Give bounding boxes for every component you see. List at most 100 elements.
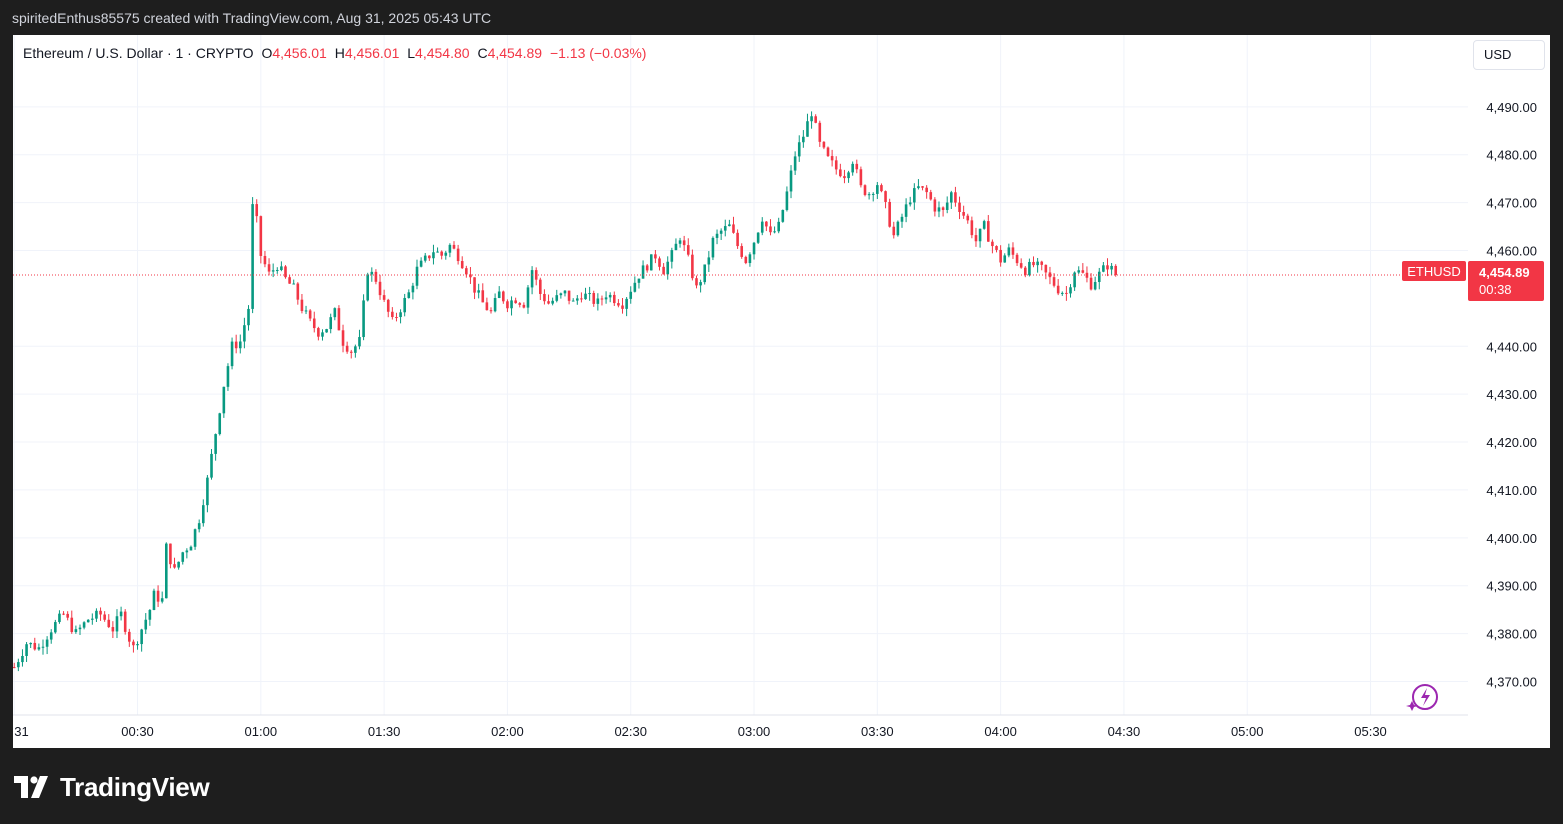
candle-body bbox=[119, 611, 123, 617]
candle-body bbox=[123, 611, 127, 632]
candle-body bbox=[201, 505, 205, 524]
symbol-title[interactable]: Ethereum / U.S. Dollar · 1 · CRYPTO bbox=[23, 45, 254, 61]
candle-body bbox=[432, 252, 435, 259]
candle-body bbox=[354, 346, 357, 353]
price-label: ETHUSD 4,454.89 00:38 bbox=[1402, 261, 1544, 301]
candle-body bbox=[789, 170, 793, 192]
candle-body bbox=[682, 240, 686, 246]
candle-body bbox=[444, 252, 448, 256]
candle-body bbox=[736, 232, 739, 247]
candle-body bbox=[633, 282, 637, 292]
candle-body bbox=[707, 257, 711, 265]
x-tick-label: 05:30 bbox=[1354, 724, 1387, 739]
chart-area[interactable]: 4,370.00 4,380.00 4,390.00 4,400.00 4,410.00… bbox=[13, 35, 1550, 748]
candle-countdown: 00:38 bbox=[1479, 282, 1512, 297]
candle-body bbox=[629, 291, 633, 299]
candle-body bbox=[86, 619, 90, 623]
candle-body bbox=[617, 303, 620, 306]
candle-body bbox=[518, 303, 522, 305]
candle-body bbox=[99, 610, 102, 615]
close-value: 4,454.89 bbox=[487, 45, 543, 61]
y-tick-label: 4,470.00 bbox=[1486, 196, 1537, 211]
x-tick-label: 02:00 bbox=[491, 724, 524, 739]
x-tick-label: 03:00 bbox=[738, 724, 771, 739]
candle-body bbox=[25, 644, 28, 656]
candle-body bbox=[378, 281, 382, 296]
candle-body bbox=[608, 294, 612, 298]
candle-body bbox=[222, 386, 226, 414]
candle-body bbox=[686, 245, 690, 255]
y-tick-label: 4,440.00 bbox=[1486, 339, 1537, 354]
candle-body bbox=[255, 204, 259, 217]
candle-body bbox=[165, 543, 168, 599]
candle-body bbox=[238, 341, 242, 349]
x-tick-label: 04:30 bbox=[1108, 724, 1141, 739]
candle-body bbox=[604, 297, 608, 300]
candle-body bbox=[645, 265, 649, 271]
candle-body bbox=[21, 655, 24, 663]
candle-body bbox=[859, 169, 863, 186]
candle-body bbox=[440, 251, 443, 256]
x-tick-label: 01:00 bbox=[245, 724, 278, 739]
candle-body bbox=[271, 270, 275, 272]
candle-body bbox=[719, 230, 723, 234]
y-tick-label: 4,410.00 bbox=[1486, 483, 1537, 498]
x-tick-label: 01:30 bbox=[368, 724, 401, 739]
x-tick-label: 31 bbox=[14, 724, 28, 739]
candle-body bbox=[502, 291, 505, 302]
tv-logo-icon bbox=[14, 776, 48, 798]
candle-body bbox=[1089, 277, 1093, 290]
chart-svg[interactable]: 4,370.00 4,380.00 4,390.00 4,400.00 4,410.00… bbox=[13, 35, 1550, 748]
candle-body bbox=[358, 337, 361, 347]
candle-body bbox=[74, 629, 78, 633]
candle-body bbox=[612, 294, 616, 304]
low-value: 4,454.80 bbox=[415, 45, 470, 61]
candle-body bbox=[863, 185, 867, 195]
candle-body bbox=[111, 627, 115, 632]
candle-body bbox=[493, 298, 497, 312]
candle-body bbox=[954, 192, 957, 203]
candle-body bbox=[695, 278, 698, 286]
candle-body bbox=[937, 207, 941, 212]
currency-button[interactable]: USD bbox=[1473, 40, 1545, 70]
candle-body bbox=[666, 261, 670, 275]
candle-body bbox=[13, 667, 16, 669]
candle-body bbox=[185, 550, 189, 553]
candle-body bbox=[510, 300, 513, 309]
candle-body bbox=[115, 616, 119, 632]
candle-body bbox=[559, 293, 563, 296]
candle-body bbox=[411, 285, 415, 293]
candle-body bbox=[366, 274, 369, 301]
lightning-icon[interactable] bbox=[1406, 684, 1438, 711]
candle-body bbox=[806, 121, 809, 137]
candle-body bbox=[526, 287, 530, 308]
candle-body bbox=[62, 613, 65, 615]
candle-body bbox=[1077, 270, 1081, 273]
candle-body bbox=[978, 228, 982, 242]
candle-body bbox=[966, 215, 970, 221]
candle-body bbox=[970, 220, 974, 236]
candle-body bbox=[1093, 282, 1097, 290]
change-value: −1.13 (−0.03%) bbox=[549, 45, 647, 61]
candle-body bbox=[448, 244, 452, 253]
candle-body bbox=[1036, 261, 1039, 266]
tradingview-logo[interactable]: TradingView bbox=[14, 771, 210, 803]
candle-body bbox=[637, 278, 641, 283]
candle-body bbox=[280, 266, 283, 271]
candle-body bbox=[576, 298, 579, 301]
candle-body bbox=[288, 277, 291, 284]
candle-body bbox=[477, 290, 480, 293]
candle-body bbox=[551, 300, 554, 304]
candle-body bbox=[128, 631, 131, 642]
candle-body bbox=[54, 622, 57, 633]
candle-body bbox=[773, 231, 776, 233]
candle-body bbox=[867, 194, 871, 196]
candle-body bbox=[247, 308, 250, 326]
candle-body bbox=[670, 250, 674, 262]
candle-body bbox=[403, 297, 406, 313]
candle-body bbox=[144, 619, 148, 630]
candle-body bbox=[830, 156, 834, 161]
candle-body bbox=[703, 264, 707, 283]
candle-body bbox=[580, 298, 583, 300]
x-tick-label: 03:30 bbox=[861, 724, 894, 739]
